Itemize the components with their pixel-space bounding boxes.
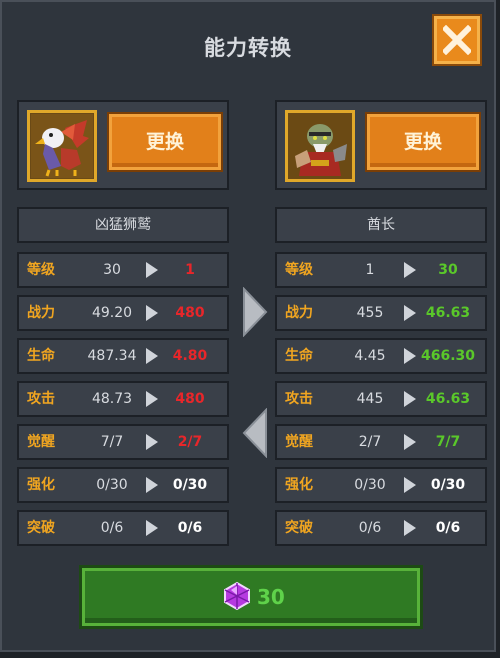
close-icon (443, 25, 471, 55)
stat-label: 战力 (27, 305, 55, 321)
stat-new-value: 4.80 (172, 348, 208, 364)
right-stat-row: 攻击 445 46.63 (275, 381, 487, 417)
right-hero-panel: 更换 (275, 100, 487, 190)
transfer-left-arrow-icon[interactable] (242, 408, 268, 458)
ability-transfer-dialog: 能力转换 更换 更换 凶猛狮鹫 酋长 等级 30 1 战力 49.20 480 … (0, 0, 496, 652)
stat-current-value: 0/6 (358, 520, 382, 536)
stat-current-value: 445 (356, 391, 384, 407)
stat-label: 等级 (27, 262, 55, 278)
cost-value: 30 (257, 585, 285, 609)
play-arrow-icon (404, 348, 416, 364)
left-stat-row: 攻击 48.73 480 (17, 381, 229, 417)
chieftain-portrait-icon[interactable] (285, 110, 355, 182)
stat-new-value: 0/30 (430, 477, 466, 493)
play-arrow-icon (146, 262, 158, 278)
stat-label: 突破 (27, 520, 55, 536)
stat-label: 攻击 (285, 391, 313, 407)
play-arrow-icon (404, 391, 416, 407)
right-stat-row: 强化 0/30 0/30 (275, 467, 487, 503)
play-arrow-icon (146, 477, 158, 493)
stat-new-value: 480 (175, 305, 205, 321)
left-swap-button[interactable]: 更换 (109, 114, 221, 170)
dialog-title: 能力转换 (204, 36, 292, 60)
stat-label: 觉醒 (27, 434, 55, 450)
play-arrow-icon (146, 520, 158, 536)
stat-current-value: 48.73 (91, 391, 133, 407)
stat-new-value: 7/7 (435, 434, 461, 450)
play-arrow-icon (404, 305, 416, 321)
left-stat-row: 觉醒 7/7 2/7 (17, 424, 229, 460)
stat-current-value: 4.45 (354, 348, 386, 364)
left-stat-row: 强化 0/30 0/30 (17, 467, 229, 503)
left-stat-row: 等级 30 1 (17, 252, 229, 288)
stat-new-value: 2/7 (177, 434, 203, 450)
stat-new-value: 0/30 (172, 477, 208, 493)
stat-label: 等级 (285, 262, 313, 278)
stat-new-value: 0/6 (435, 520, 461, 536)
right-hero-name: 酋长 (275, 207, 487, 243)
play-arrow-icon (146, 434, 158, 450)
stat-current-value: 0/6 (100, 520, 124, 536)
stat-current-value: 0/30 (354, 477, 386, 493)
stat-current-value: 49.20 (91, 305, 133, 321)
stat-label: 强化 (285, 477, 313, 493)
left-stat-row: 突破 0/6 0/6 (17, 510, 229, 546)
right-stat-row: 觉醒 2/7 7/7 (275, 424, 487, 460)
purple-gem-icon (224, 581, 250, 611)
stat-label: 突破 (285, 520, 313, 536)
stat-label: 战力 (285, 305, 313, 321)
right-stat-row: 等级 1 30 (275, 252, 487, 288)
right-stat-row: 生命 4.45 466.30 (275, 338, 487, 374)
stat-new-value: 46.63 (425, 391, 471, 407)
stat-current-value: 1 (365, 262, 375, 278)
play-arrow-icon (146, 348, 158, 364)
transfer-right-arrow-icon[interactable] (242, 287, 268, 337)
play-arrow-icon (404, 477, 416, 493)
stat-new-value: 0/6 (177, 520, 203, 536)
stat-label: 生命 (27, 348, 55, 364)
stat-current-value: 7/7 (100, 434, 124, 450)
stat-label: 强化 (27, 477, 55, 493)
left-stat-row: 生命 487.34 4.80 (17, 338, 229, 374)
stat-current-value: 487.34 (87, 348, 137, 364)
stat-current-value: 0/30 (96, 477, 128, 493)
play-arrow-icon (404, 434, 416, 450)
stat-label: 生命 (285, 348, 313, 364)
stat-current-value: 2/7 (358, 434, 382, 450)
right-stat-row: 战力 455 46.63 (275, 295, 487, 331)
play-arrow-icon (146, 391, 158, 407)
stat-new-value: 30 (438, 262, 458, 278)
griffin-portrait-icon[interactable] (27, 110, 97, 182)
stat-current-value: 455 (356, 305, 384, 321)
left-hero-name: 凶猛狮鹫 (17, 207, 229, 243)
confirm-cost-button[interactable]: 30 (82, 568, 420, 626)
play-arrow-icon (404, 520, 416, 536)
stat-label: 攻击 (27, 391, 55, 407)
play-arrow-icon (404, 262, 416, 278)
stat-new-value: 46.63 (425, 305, 471, 321)
stat-label: 觉醒 (285, 434, 313, 450)
stat-new-value: 480 (175, 391, 205, 407)
stat-current-value: 30 (103, 262, 121, 278)
left-hero-panel: 更换 (17, 100, 229, 190)
right-swap-button[interactable]: 更换 (367, 114, 479, 170)
stat-new-value: 1 (185, 262, 195, 278)
close-button[interactable] (434, 16, 480, 64)
stat-new-value: 466.30 (420, 348, 476, 364)
play-arrow-icon (146, 305, 158, 321)
right-stat-row: 突破 0/6 0/6 (275, 510, 487, 546)
left-stat-row: 战力 49.20 480 (17, 295, 229, 331)
